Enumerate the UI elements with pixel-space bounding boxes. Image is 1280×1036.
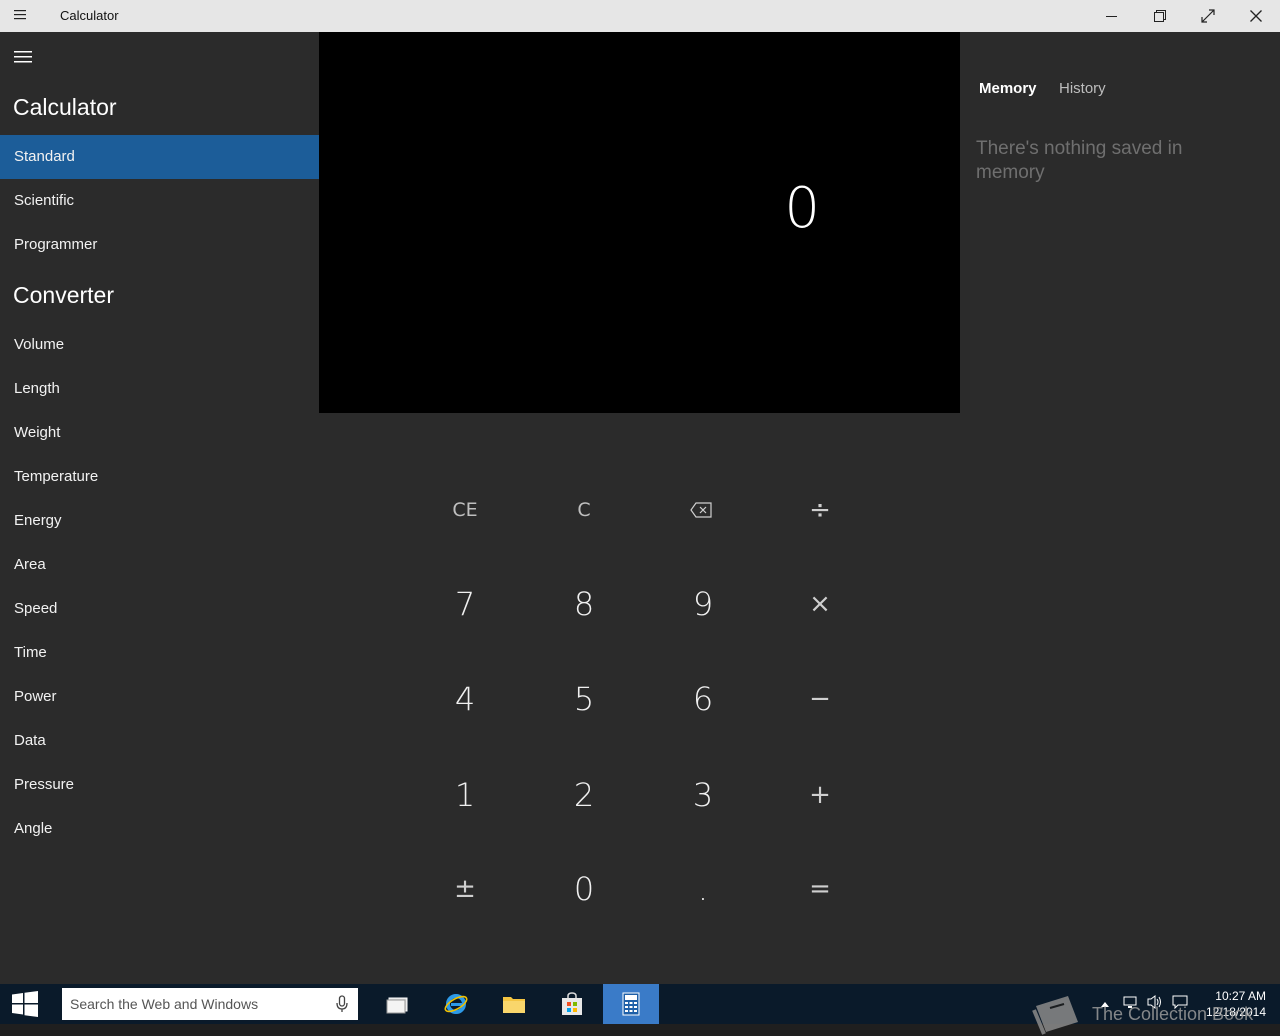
digit-4-button[interactable]: 4	[415, 659, 515, 739]
microphone-icon[interactable]	[336, 995, 348, 1018]
folder-icon	[503, 997, 525, 1013]
title-bar: Calculator	[0, 0, 1280, 32]
restore-icon	[1154, 10, 1166, 22]
task-view-icon	[386, 997, 408, 1014]
search-box[interactable]: Search the Web and Windows	[62, 988, 358, 1020]
start-button[interactable]	[0, 984, 50, 1024]
equals-button[interactable]: =	[770, 849, 870, 929]
minimize-button[interactable]	[1088, 0, 1136, 32]
digit-5-button[interactable]: 5	[534, 659, 634, 739]
restore-button[interactable]	[1136, 0, 1184, 32]
sidebar-item-area[interactable]: Area	[0, 543, 319, 587]
internet-explorer-icon	[444, 994, 468, 1014]
negate-button[interactable]: ±	[415, 849, 515, 929]
sidebar-item-speed[interactable]: Speed	[0, 587, 319, 631]
task-view-button[interactable]	[370, 984, 426, 1024]
sidebar-item-scientific[interactable]: Scientific	[0, 179, 319, 223]
memory-history-panel: Memory History There's nothing saved in …	[960, 32, 1280, 984]
calculator-icon	[622, 992, 640, 1016]
tab-history[interactable]: History	[1059, 80, 1106, 97]
internet-explorer-button[interactable]	[428, 984, 484, 1024]
clear-entry-button[interactable]: CE	[415, 470, 515, 550]
digit-7-button[interactable]: 7	[415, 564, 515, 644]
sidebar-item-data[interactable]: Data	[0, 719, 319, 763]
hamburger-menu-icon[interactable]	[14, 50, 34, 66]
store-button[interactable]	[544, 984, 600, 1024]
clear-button[interactable]: C	[534, 470, 634, 550]
sidebar-item-volume[interactable]: Volume	[0, 323, 319, 367]
tab-memory[interactable]: Memory	[979, 80, 1037, 97]
decimal-button[interactable]: .	[653, 849, 753, 929]
sidebar-item-temperature[interactable]: Temperature	[0, 455, 319, 499]
sidebar-item-weight[interactable]: Weight	[0, 411, 319, 455]
sidebar-item-programmer[interactable]: Programmer	[0, 223, 319, 267]
calculator-heading: Calculator	[13, 94, 117, 120]
keypad: CE C ÷ 7 8 9 × 4 5 6 − 1 2 3 + ± 0 . =	[319, 413, 960, 984]
digit-8-button[interactable]: 8	[534, 564, 634, 644]
fullscreen-button[interactable]	[1184, 0, 1232, 32]
window-title: Calculator	[60, 8, 119, 23]
digit-9-button[interactable]: 9	[653, 564, 753, 644]
display-value: 0	[784, 176, 820, 241]
digit-3-button[interactable]: 3	[653, 755, 753, 835]
search-placeholder: Search the Web and Windows	[70, 996, 259, 1012]
close-button[interactable]	[1232, 0, 1280, 32]
book-logo-icon	[1032, 996, 1078, 1035]
minimize-icon	[1106, 16, 1117, 17]
navigation-sidebar: Calculator Standard Scientific Programme…	[0, 32, 319, 984]
multiply-button[interactable]: ×	[770, 564, 870, 644]
result-display: 0	[319, 32, 960, 413]
sidebar-item-length[interactable]: Length	[0, 367, 319, 411]
app-menu-icon[interactable]	[14, 8, 34, 24]
sidebar-item-pressure[interactable]: Pressure	[0, 763, 319, 807]
fullscreen-icon	[1201, 9, 1215, 23]
calculator-taskbar-button[interactable]	[603, 984, 659, 1024]
subtract-button[interactable]: −	[770, 659, 870, 739]
watermark-text: The Collection Book	[1092, 1003, 1254, 1024]
digit-0-button[interactable]: 0	[534, 849, 634, 929]
digit-6-button[interactable]: 6	[653, 659, 753, 739]
converter-heading: Converter	[13, 282, 114, 308]
sidebar-item-standard[interactable]: Standard	[0, 135, 319, 179]
sidebar-item-angle[interactable]: Angle	[0, 807, 319, 851]
sidebar-item-energy[interactable]: Energy	[0, 499, 319, 543]
file-explorer-button[interactable]	[486, 984, 542, 1024]
digit-2-button[interactable]: 2	[534, 755, 634, 835]
windows-logo-icon	[12, 991, 38, 1017]
divide-button[interactable]: ÷	[770, 470, 870, 550]
close-icon	[1250, 10, 1262, 22]
memory-empty-message: There's nothing saved in memory	[976, 138, 1183, 183]
watermark: The Collection Book	[1030, 992, 1253, 1036]
add-button[interactable]: +	[770, 755, 870, 835]
sidebar-item-time[interactable]: Time	[0, 631, 319, 675]
store-icon	[562, 992, 582, 1015]
digit-1-button[interactable]: 1	[415, 755, 515, 835]
backspace-icon	[690, 502, 712, 518]
sidebar-item-power[interactable]: Power	[0, 675, 319, 719]
backspace-button[interactable]	[651, 470, 751, 550]
